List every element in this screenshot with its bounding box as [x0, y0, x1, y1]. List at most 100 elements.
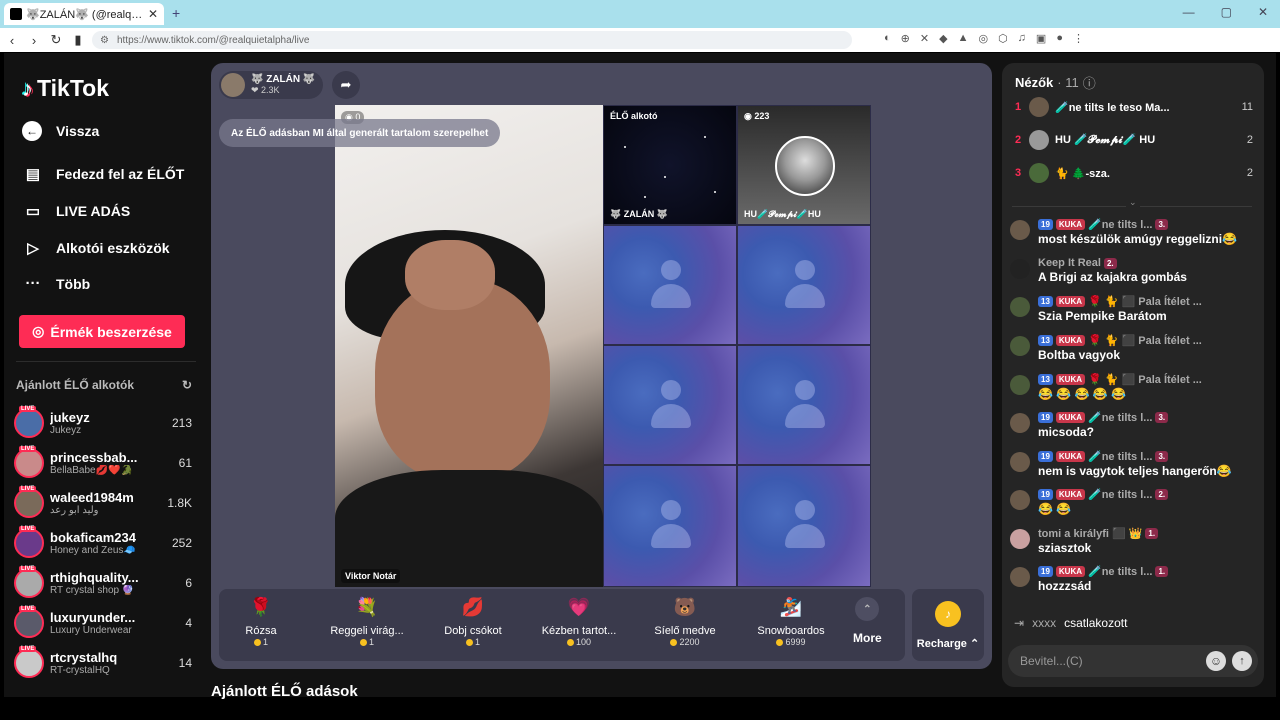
- chat-header: 19 KUKA 🧪ne tilts l... 3.: [1038, 411, 1256, 424]
- empty-seat-tile[interactable]: [737, 345, 871, 465]
- creator-item[interactable]: LIVE rtcrystalhq RT-crystalHQ 14: [14, 646, 192, 680]
- creator-info: waleed1984m وليد ابو رعد: [50, 490, 164, 516]
- extension-icon[interactable]: ◆: [939, 32, 947, 45]
- chat-message[interactable]: 19 KUKA 🧪ne tilts l... 3. most készülök amúg…: [1010, 218, 1256, 246]
- fan-club-badge: KUKA: [1055, 219, 1086, 230]
- site-settings-icon[interactable]: ⚙: [100, 35, 109, 46]
- gift-item[interactable]: 💋 Dobj csókot 1: [423, 593, 523, 657]
- chat-message[interactable]: tomi a királyfi ⬛ 👑 1. sziasztok: [1010, 527, 1256, 555]
- info-icon[interactable]: ⓘ: [1083, 73, 1096, 92]
- live-badge: LIVE: [19, 406, 37, 412]
- share-icon[interactable]: ➦: [332, 71, 360, 99]
- creator-item[interactable]: LIVE jukeyz Jukeyz 213: [14, 406, 192, 440]
- extension-icon[interactable]: ◎: [978, 32, 988, 45]
- chat-message[interactable]: Keep It Real 2. A Brigi az kajakra gombás: [1010, 257, 1256, 284]
- guest-face: [375, 280, 550, 480]
- fan-club-badge: KUKA: [1055, 335, 1086, 346]
- chat-username: 🌹 🐈 ⬛ Pala Ítélet ...: [1088, 335, 1202, 347]
- tiktok-logo[interactable]: ♪ TikTok: [22, 75, 109, 102]
- creator-info: rthighquality... RT crystal shop 🔮: [50, 570, 164, 596]
- back-arrow-icon[interactable]: ‹: [2, 33, 22, 48]
- gift-item[interactable]: 🐻 Síelő medve 2200: [635, 593, 735, 657]
- more-icon: ···: [25, 275, 41, 292]
- chat-message[interactable]: 13 KUKA 🌹 🐈 ⬛ Pala Ítélet ... 😂 😂 😂 😂 😂: [1010, 373, 1256, 401]
- empty-seat-tile[interactable]: [737, 225, 871, 345]
- gift-price: 100: [566, 637, 591, 647]
- chevron-down-icon[interactable]: ⌄: [1126, 197, 1140, 208]
- refresh-icon[interactable]: ↻: [182, 378, 192, 392]
- creator-item[interactable]: LIVE princessbab... BellaBabe💋❤️🐊 61: [14, 446, 192, 480]
- gift-price: 6999: [776, 637, 806, 647]
- empty-seat-tile[interactable]: [737, 465, 871, 587]
- extension-icon[interactable]: ◐: [884, 32, 891, 45]
- sidebar: ♪ TikTok ← Vissza ▤ Fedezd fel az ÉLŐT ▭…: [4, 53, 200, 697]
- chat-input[interactable]: Bevitel...(C) ☺ ↑: [1008, 645, 1258, 677]
- empty-seat-tile[interactable]: [603, 345, 737, 465]
- chat-message[interactable]: 13 KUKA 🌹 🐈 ⬛ Pala Ítélet ... Boltba vagyok: [1010, 334, 1256, 362]
- more-gifts-button[interactable]: ⌃ More: [853, 597, 882, 645]
- chat-message[interactable]: 19 KUKA 🧪ne tilts l... 3. nem is vagytok tel…: [1010, 450, 1256, 478]
- extension-icon[interactable]: ⊕: [901, 32, 910, 45]
- menu-creator-tools[interactable]: ▷ Alkotói eszközök: [22, 239, 169, 257]
- creator-item[interactable]: LIVE rthighquality... RT crystal shop 🔮 6: [14, 566, 192, 600]
- gift-item[interactable]: 🏂 Snowboardos 6999: [741, 593, 841, 657]
- creator-name: bokaficam234: [50, 530, 136, 545]
- host-text: 🐺 ZALÁN 🐺 ❤ 2.3K: [251, 74, 315, 96]
- bookmark-icon[interactable]: ▮: [68, 32, 88, 48]
- maximize-button[interactable]: ▢: [1221, 5, 1232, 19]
- viewer-row[interactable]: 2 HU 🧪𝓟𝓮𝓶𝓹𝓲🧪 HU 2: [1015, 127, 1253, 153]
- chat-message[interactable]: 19 KUKA 🧪ne tilts l... 3. micsoda?: [1010, 411, 1256, 439]
- creator-item[interactable]: LIVE bokaficam234 Honey and Zeus🧢 252: [14, 526, 192, 560]
- guest-camera-feed[interactable]: ◉ 0 Viktor Notár: [335, 105, 603, 587]
- host-tile[interactable]: ÉLŐ alkotó 🐺 ZALÁN 🐺: [603, 105, 737, 225]
- extension-icon[interactable]: ✕: [920, 32, 929, 45]
- tab-title: 🐺ZALÁN🐺 (@realquietalpha) | TikTok: [26, 8, 144, 21]
- menu-go-live[interactable]: ▭ LIVE ADÁS: [22, 202, 130, 220]
- menu-dots-icon[interactable]: ⋮: [1073, 32, 1084, 45]
- empty-seat-icon: [785, 260, 825, 312]
- chat-avatar: [1010, 375, 1030, 395]
- minimize-button[interactable]: —: [1183, 5, 1195, 19]
- close-window-button[interactable]: ✕: [1258, 5, 1268, 19]
- extension-icon[interactable]: ♫: [1018, 32, 1026, 45]
- chat-header: Keep It Real 2.: [1038, 257, 1256, 269]
- back-button[interactable]: ← Vissza: [22, 121, 99, 141]
- chat-header: 19 KUKA 🧪ne tilts l... 1.: [1038, 565, 1256, 578]
- close-tab-icon[interactable]: ✕: [148, 7, 158, 21]
- creator-avatar: LIVE: [14, 486, 44, 518]
- chat-avatar: [1010, 452, 1030, 472]
- extension-icon[interactable]: ⬡: [998, 32, 1008, 45]
- viewer-row[interactable]: 3 🐈 🌲-sza. 2: [1015, 160, 1253, 186]
- creator-tools-icon: ▷: [27, 240, 39, 257]
- creator-item[interactable]: LIVE waleed1984m وليد ابو رعد 1.8K: [14, 486, 192, 520]
- extension-icon[interactable]: ▲: [958, 32, 969, 45]
- chat-message[interactable]: 19 KUKA 🧪ne tilts l... 2. 😂 😂: [1010, 488, 1256, 516]
- chat-message[interactable]: 19 KUKA 🧪ne tilts l... 1. hozzzsád: [1010, 565, 1256, 593]
- chat-text: 😂 😂 😂 😂 😂: [1038, 387, 1127, 401]
- new-tab-button[interactable]: +: [172, 5, 180, 21]
- empty-seat-tile[interactable]: [603, 225, 737, 345]
- creator-subtitle: RT crystal shop 🔮: [50, 585, 135, 596]
- gift-item[interactable]: 💐 Reggeli virág... 1: [317, 593, 417, 657]
- forward-arrow-icon[interactable]: ›: [24, 33, 44, 48]
- empty-seat-tile[interactable]: [603, 465, 737, 587]
- reload-icon[interactable]: ↻: [46, 32, 66, 48]
- menu-more[interactable]: ··· Több: [22, 275, 91, 292]
- gift-item[interactable]: 💗 Kézben tartot... 100: [529, 593, 629, 657]
- creator-subtitle: Jukeyz: [50, 425, 82, 436]
- menu-explore-live[interactable]: ▤ Fedezd fel az ÉLŐT: [22, 165, 184, 183]
- sidebar-toggle-icon[interactable]: ▣: [1036, 32, 1046, 45]
- recharge-button[interactable]: ♪ Recharge ⌃: [912, 589, 984, 661]
- get-coins-button[interactable]: ◎ Érmék beszerzése: [19, 315, 185, 348]
- creator-item[interactable]: LIVE luxuryunder... Luxury Underwear 4: [14, 606, 192, 640]
- send-icon[interactable]: ↑: [1232, 651, 1252, 671]
- viewer-row[interactable]: 1 🧪ne tilts le teso Ma... 11: [1015, 94, 1253, 120]
- gift-item[interactable]: 🌹 Rózsa 1: [211, 593, 311, 657]
- emoji-icon[interactable]: ☺: [1206, 651, 1226, 671]
- browser-tab[interactable]: 🐺ZALÁN🐺 (@realquietalpha) | TikTok ✕: [4, 3, 164, 25]
- profile-icon[interactable]: ●: [1056, 32, 1063, 45]
- host-info[interactable]: 🐺 ZALÁN 🐺 ❤ 2.3K: [219, 71, 323, 99]
- chat-message[interactable]: 13 KUKA 🌹 🐈 ⬛ Pala Ítélet ... Szia Pempike …: [1010, 295, 1256, 323]
- pempi-tile[interactable]: ◉ 223 HU🧪𝓟𝓮𝓶𝓹𝓲🧪HU: [737, 105, 871, 225]
- url-field[interactable]: ⚙ https://www.tiktok.com/@realquietalpha…: [92, 31, 852, 49]
